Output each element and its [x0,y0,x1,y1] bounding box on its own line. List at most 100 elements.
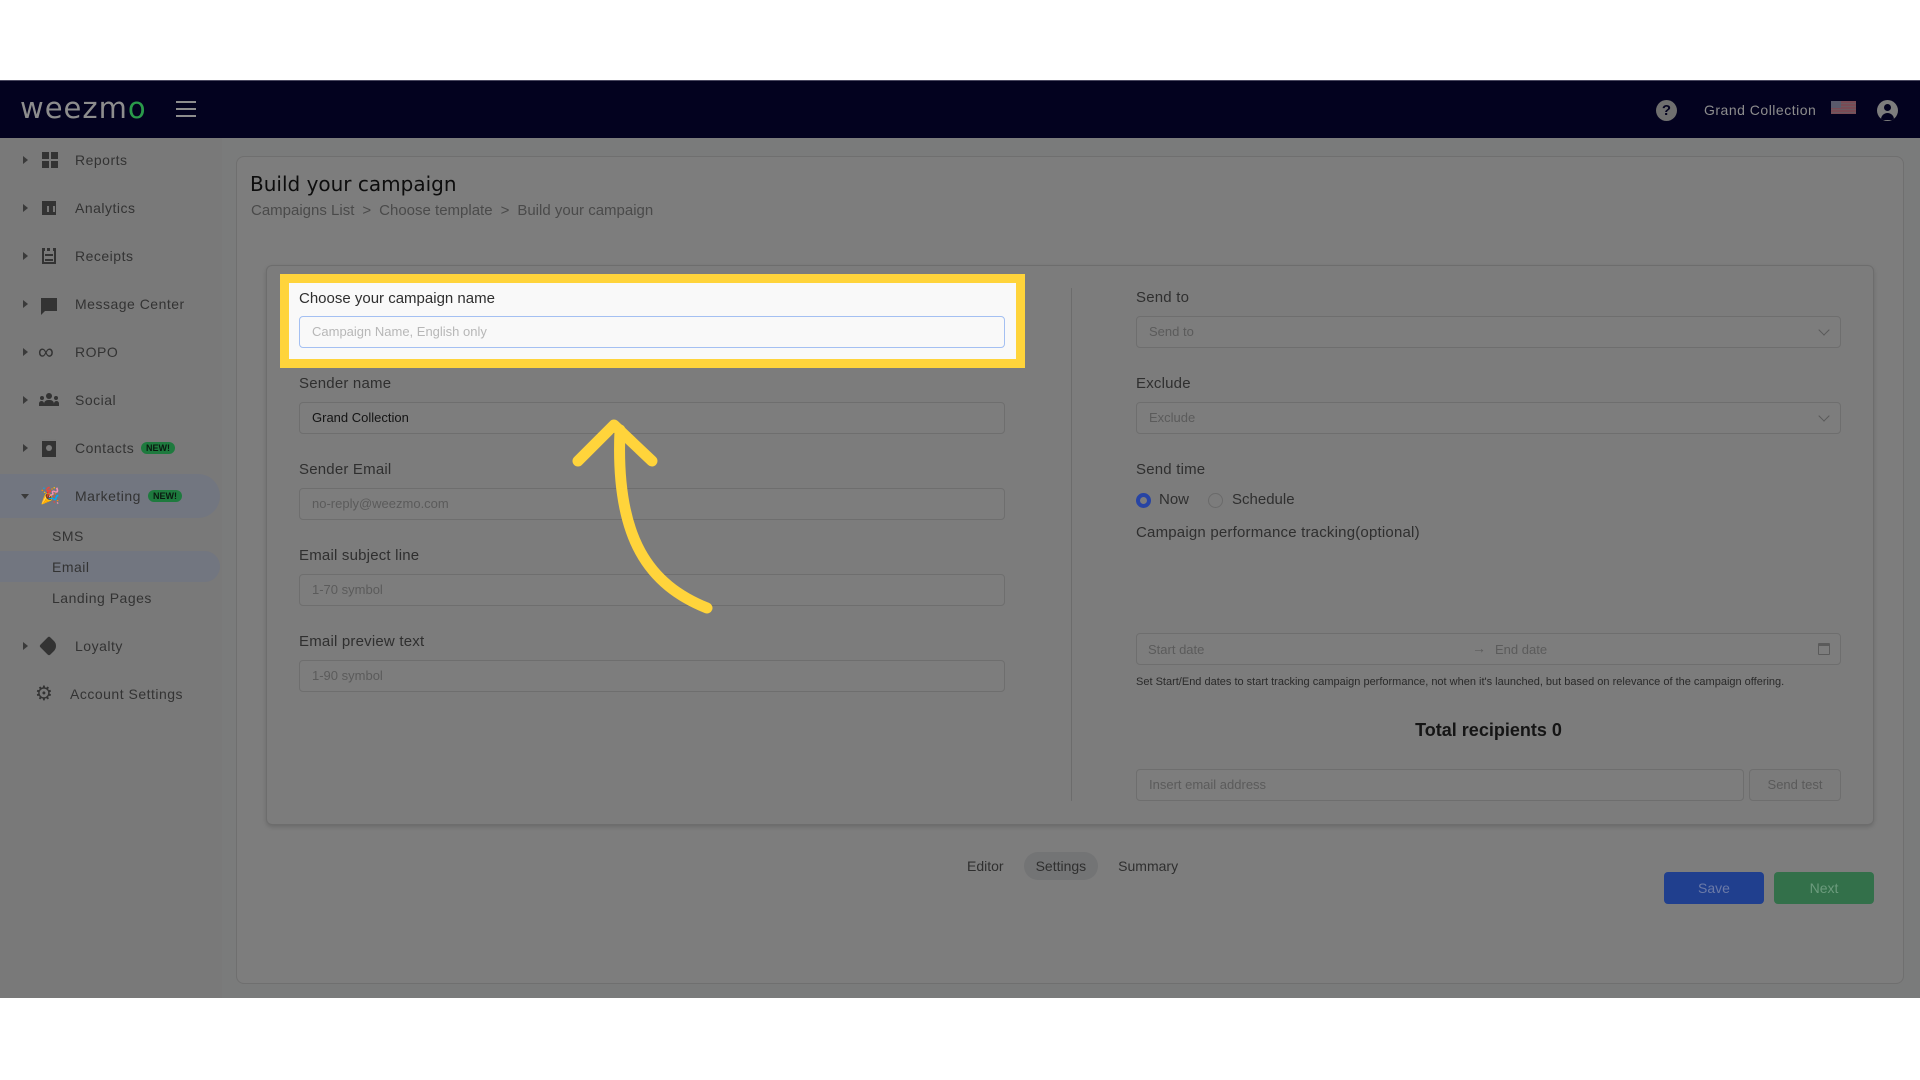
account-name[interactable]: Grand Collection [1704,102,1816,118]
sidebar-item-label: ROPO [75,344,119,360]
infinity-icon: ∞ [38,339,54,364]
question-circle-icon[interactable]: ? [1656,100,1677,121]
save-button[interactable]: Save [1664,872,1764,904]
tracking-label: Campaign performance tracking(optional) [1136,524,1420,541]
sidebar-item-label: Account Settings [70,686,184,702]
us-flag-icon[interactable] [1831,101,1856,114]
sidebar-item-contacts[interactable]: Contacts NEW! [0,426,220,470]
bar-chart-icon [42,201,56,215]
exclude-label: Exclude [1136,375,1191,392]
sender-name-label: Sender name [299,375,392,392]
sender-email-input[interactable]: no-reply@weezmo.com [299,488,1005,520]
next-button[interactable]: Next [1774,872,1874,904]
send-test-button[interactable]: Send test [1749,769,1841,801]
weezmo-logo[interactable]: weezmo [20,91,147,125]
sidebar-item-ropo[interactable]: ∞ ROPO [0,330,220,374]
caret-right-icon [23,300,28,308]
page-title: Build your campaign [250,172,457,196]
tracking-date-range[interactable]: Start date → End date [1136,633,1841,665]
preview-text-input[interactable]: 1-90 symbol [299,660,1005,692]
sidebar-item-message-center[interactable]: Message Center [0,282,220,326]
sidebar-item-receipts[interactable]: Receipts [0,234,220,278]
chevron-down-icon [1818,324,1830,336]
caret-right-icon [23,642,28,650]
receipt-icon [42,248,56,264]
breadcrumb: Campaigns List > Choose template > Build… [251,202,653,219]
preview-text-label: Email preview text [299,633,425,650]
sidebar-item-marketing[interactable]: 🎉 Marketing NEW! [0,474,220,518]
sidebar-item-account-settings[interactable]: ⚙ Account Settings [0,672,220,716]
caret-right-icon [23,444,28,452]
arrow-right-icon: → [1472,640,1486,656]
sidebar-item-label: Marketing [75,488,141,504]
send-time-schedule-radio[interactable] [1208,493,1223,508]
contacts-icon [42,439,56,457]
subject-line-label: Email subject line [299,547,420,564]
caret-right-icon [23,252,28,260]
breadcrumb-campaigns-list[interactable]: Campaigns List [251,202,354,219]
sidebar-item-label: Reports [75,152,128,168]
test-email-input[interactable]: Insert email address [1136,769,1744,801]
app-window: weezmo ? Grand Collection Reports Analyt… [0,80,1920,998]
sidebar-item-label: Receipts [75,248,134,264]
breadcrumb-choose-template[interactable]: Choose template [379,202,492,219]
top-margin [0,0,1920,80]
send-to-label: Send to [1136,289,1190,306]
start-date-input[interactable]: Start date [1148,642,1204,657]
subitem-label: Email [52,559,90,575]
end-date-input[interactable]: End date [1495,642,1547,657]
caret-right-icon [23,348,28,356]
campaign-name-label: Choose your campaign name [299,290,495,307]
tab-editor[interactable]: Editor [955,852,1016,880]
send-to-placeholder: Send to [1149,324,1194,339]
tab-settings[interactable]: Settings [1023,852,1099,880]
logo-text: weezm [20,91,128,125]
party-popper-icon: 🎉 [40,488,60,505]
sidebar-item-label: Loyalty [75,638,123,654]
sidebar-item-label: Message Center [75,296,185,312]
breadcrumb-separator: > [362,202,372,219]
sidebar-item-label: Contacts [75,440,135,456]
sidebar-subitem-landing-pages[interactable]: Landing Pages [0,582,220,613]
new-badge: NEW! [141,442,175,454]
send-time-schedule-label[interactable]: Schedule [1232,491,1295,508]
exclude-placeholder: Exclude [1149,410,1196,425]
dashboard-icon [42,152,58,168]
sender-name-input[interactable]: Grand Collection [299,402,1005,434]
gear-icon: ⚙ [35,683,53,705]
sidebar-subitem-sms[interactable]: SMS [0,520,220,551]
subject-line-input[interactable]: 1-70 symbol [299,574,1005,606]
sidebar-subitem-email[interactable]: Email [0,551,220,582]
exclude-select[interactable]: Exclude [1136,402,1841,434]
send-to-select[interactable]: Send to [1136,316,1841,348]
new-badge: NEW! [148,490,182,502]
breadcrumb-separator: > [500,202,510,219]
sidebar-item-analytics[interactable]: Analytics [0,186,220,230]
calendar-icon[interactable] [1818,643,1830,655]
sidebar: Reports Analytics Receipts Message Cente… [0,138,222,998]
user-circle-icon[interactable] [1877,100,1898,121]
logo-accent: o [127,91,147,125]
caret-right-icon [23,396,28,404]
send-time-now-label[interactable]: Now [1159,491,1189,508]
column-divider [1071,288,1072,801]
total-recipients: Total recipients 0 [1415,720,1562,740]
sidebar-item-social[interactable]: Social [0,378,220,422]
sidebar-item-label: Analytics [75,200,136,216]
caret-right-icon [23,204,28,212]
hamburger-icon[interactable] [176,101,196,117]
people-icon [39,393,59,407]
sidebar-item-label: Social [75,392,117,408]
subitem-label: Landing Pages [52,590,152,606]
tag-icon [39,636,59,656]
sidebar-item-loyalty[interactable]: Loyalty [0,624,220,668]
bottom-margin [0,998,1920,1080]
caret-right-icon [23,156,28,164]
tab-summary[interactable]: Summary [1106,852,1190,880]
subitem-label: SMS [52,528,84,544]
caret-down-icon [21,493,29,499]
campaign-name-input[interactable]: Campaign Name, English only [299,316,1005,348]
send-time-label: Send time [1136,461,1206,478]
send-time-now-radio[interactable] [1136,493,1151,508]
sidebar-item-reports[interactable]: Reports [0,138,220,182]
